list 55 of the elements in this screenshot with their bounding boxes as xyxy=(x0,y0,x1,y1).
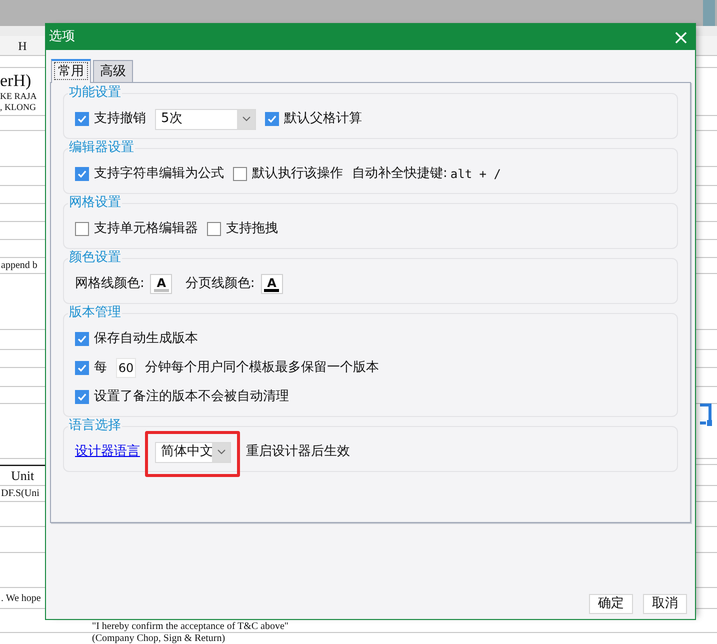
label: 自动补全快捷键: xyxy=(352,165,448,184)
close-button[interactable]: × xyxy=(670,26,692,48)
checkbox[interactable] xyxy=(75,167,89,181)
group-title: 语言选择 xyxy=(68,418,122,434)
checkbox-label: 默认执行该操作 xyxy=(252,165,343,184)
group-title: 版本管理 xyxy=(68,305,122,321)
checkbox[interactable] xyxy=(233,167,247,181)
checkbox[interactable] xyxy=(75,332,89,346)
color-swatch[interactable]: A xyxy=(150,274,172,294)
checkbox[interactable] xyxy=(207,222,221,236)
cell-text: , KLONG xyxy=(0,102,37,114)
checkbox-label: 支持拖拽 xyxy=(226,220,278,238)
group-title: 网格设置 xyxy=(68,195,122,211)
label: 分钟每个用户同个模板最多保留一个版本 xyxy=(145,359,379,378)
checkbox-label: 每 xyxy=(94,359,107,378)
color-label: 分页线颜色: xyxy=(185,275,255,294)
group-title: 颜色设置 xyxy=(68,250,122,266)
dropdown[interactable]: 5次 xyxy=(155,108,256,130)
number-field[interactable]: 60 xyxy=(116,358,136,378)
checkbox-label: 支持单元格编辑器 xyxy=(94,220,198,238)
dialog-button[interactable]: 确定 xyxy=(589,594,633,614)
shortcut-text: alt + / xyxy=(450,166,501,183)
group-title: 功能设置 xyxy=(68,85,122,101)
checkbox-label: 保存自动生成版本 xyxy=(94,330,198,348)
checkbox[interactable] xyxy=(75,112,89,126)
tab[interactable]: 常用 xyxy=(51,59,91,83)
checkbox-label: 支持字符串编辑为公式 xyxy=(94,165,224,184)
checkbox-label: 设置了备注的版本不会被自动清理 xyxy=(94,388,289,406)
checkbox[interactable] xyxy=(75,390,89,404)
color-label: 网格线颜色: xyxy=(75,275,144,294)
language-link[interactable]: 设计器语言 xyxy=(75,442,140,462)
cell-text: (Company Chop, Sign & Return) xyxy=(92,633,226,644)
cell-text: KE RAJA xyxy=(0,90,37,102)
window-title: 选项 xyxy=(49,28,76,46)
cell-text: DF.S(Uni xyxy=(1,487,40,501)
cell-text: . We hope xyxy=(1,592,41,606)
label: 重启设计器后生效 xyxy=(246,443,350,462)
selection-handle-icon xyxy=(700,403,712,427)
group-title: 编辑器设置 xyxy=(68,140,135,156)
cell-text: "I hereby confirm the acceptance of T&C above" xyxy=(92,621,289,632)
caret-icon xyxy=(242,116,250,122)
tab[interactable]: 高级 xyxy=(93,60,133,82)
dialog-button[interactable]: 取消 xyxy=(643,594,687,614)
column-header: H xyxy=(17,38,28,54)
dropdown[interactable]: 简体中文 xyxy=(155,442,231,462)
caret-icon xyxy=(216,449,226,455)
corner-block xyxy=(703,0,715,26)
checkbox[interactable] xyxy=(75,361,89,375)
cell-text: erH) xyxy=(0,70,32,91)
color-swatch[interactable]: A xyxy=(260,274,283,294)
checkbox[interactable] xyxy=(265,112,279,126)
checkbox[interactable] xyxy=(75,222,89,236)
checkbox-label: 支持撤销 xyxy=(94,110,146,128)
cell-text: append b xyxy=(1,259,38,273)
checkbox-label: 默认父格计算 xyxy=(284,110,362,128)
